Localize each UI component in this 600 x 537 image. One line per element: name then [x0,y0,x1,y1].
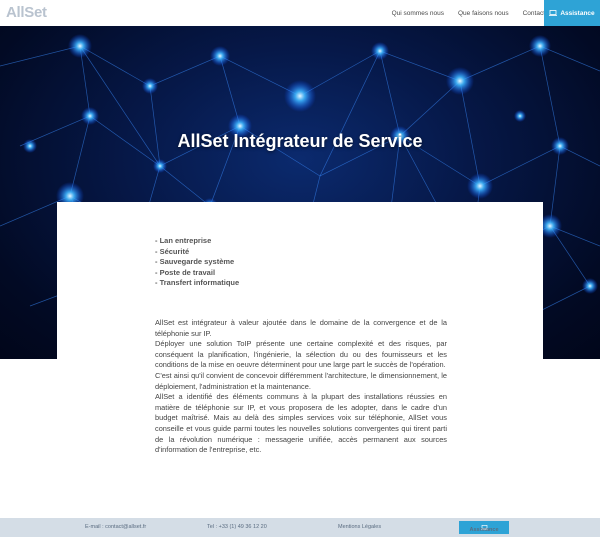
footer-assistance-label: Assistance [469,527,499,533]
footer-assistance-button[interactable]: Assistance [459,521,509,534]
body-text: AllSet est intégrateur à valeur ajoutée … [155,318,447,456]
nav-link-about[interactable]: Qui sommes nous [392,10,444,17]
footer-email-link[interactable]: E-mail : contact@allset.fr [85,524,146,530]
laptop-icon [549,10,558,16]
service-item: - Poste de travail [155,267,216,277]
paragraph: C'est ainsi qu'il convient de concevoir … [155,370,447,391]
assistance-label: Assistance [560,9,595,17]
main-nav: Qui sommes nous Que faisons nous Contact [392,0,545,26]
site-header: AllSet Qui sommes nous Que faisons nous … [0,0,600,26]
footer-legal-link[interactable]: Mentions Légales [338,524,381,530]
hero-title: AllSet Intégrateur de Service [177,131,423,151]
paragraph: AllSet est intégrateur à valeur ajoutée … [155,318,447,338]
site-logo[interactable]: AllSet [6,4,47,21]
service-item: - Transfert informatique [155,278,240,287]
service-item: - Sécurité [155,246,190,256]
footer-phone: Tel : +33 (1) 49 36 12 20 [207,524,267,530]
content-card: - Lan entreprise - Sécurité - Sauvegarde… [57,202,543,518]
nav-link-contact[interactable]: Contact [523,10,545,17]
service-item: - Lan entreprise [155,236,212,245]
service-item: - Sauvegarde système [155,257,235,266]
nav-link-services[interactable]: Que faisons nous [458,10,509,17]
site-footer: E-mail : contact@allset.fr Tel : +33 (1)… [0,518,600,537]
paragraph: Déployer une solution ToIP présente une … [155,339,447,370]
paragraph: AllSet a identifié des éléments communs … [155,392,447,455]
assistance-button[interactable]: Assistance [544,0,600,26]
services-list: - Lan entreprise - Sécurité - Sauvegarde… [155,236,239,289]
